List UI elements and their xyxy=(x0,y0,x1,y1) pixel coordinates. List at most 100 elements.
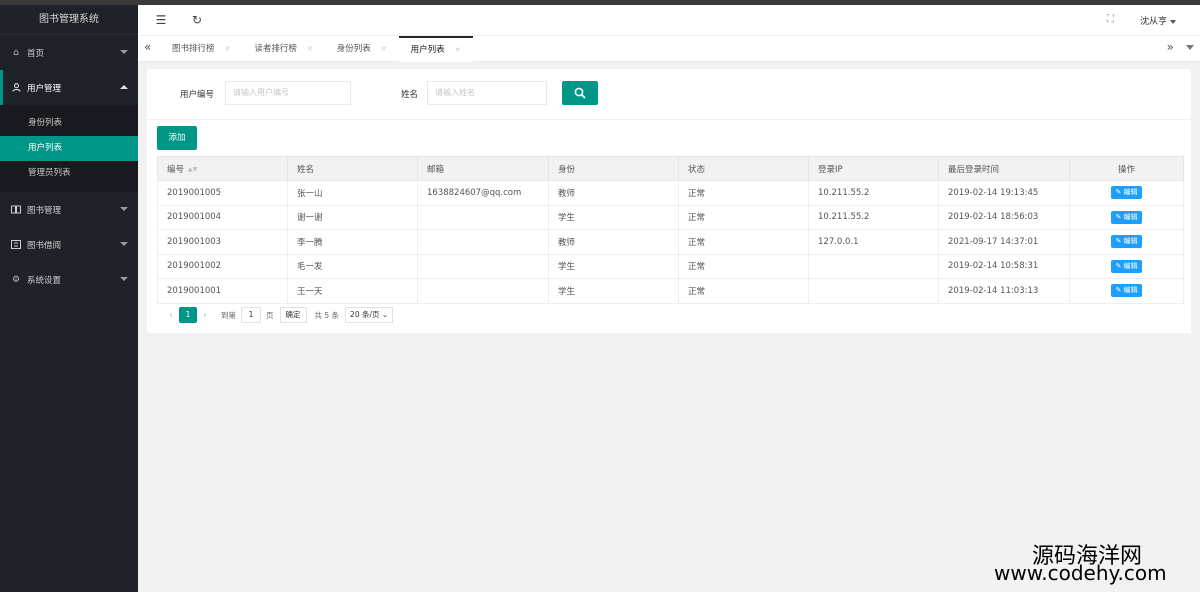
close-icon[interactable]: ✕ xyxy=(455,37,461,63)
cell-ip: 127.0.0.1 xyxy=(808,229,939,255)
sort-icon[interactable]: ▲▼ xyxy=(188,166,197,173)
cell-action: ✎ 编辑 xyxy=(1069,180,1184,206)
edit-button[interactable]: ✎ 编辑 xyxy=(1111,259,1142,273)
cell-role: 学生 xyxy=(548,253,679,279)
sidebar-subitem-admin-list[interactable]: 管理员列表 xyxy=(0,161,138,186)
table-row: 2019001005 张一山 1638824607@qq.com 教师 正常 1… xyxy=(157,180,1184,206)
cell-email xyxy=(417,204,549,230)
column-header-role: 身份 xyxy=(548,156,679,181)
sidebar-item-label: 系统设置 xyxy=(27,275,62,286)
cell-action: ✎ 编辑 xyxy=(1069,278,1184,304)
cell-id: 2019001001 xyxy=(157,278,288,304)
edit-label: 编辑 xyxy=(1123,286,1138,295)
search-button[interactable] xyxy=(562,81,598,105)
sidebar-item-label: 首页 xyxy=(27,48,45,59)
cell-id: 2019001005 xyxy=(157,180,288,206)
table-row: 2019001003 李一腾 教师 正常 127.0.0.1 2021-09-1… xyxy=(157,229,1184,255)
edit-button[interactable]: ✎ 编辑 xyxy=(1111,186,1142,200)
close-icon[interactable]: ✕ xyxy=(225,36,231,62)
cell-last-login: 2019-02-14 11:03:13 xyxy=(938,278,1070,304)
tab-label: 用户列表 xyxy=(410,45,445,55)
user-no-input[interactable]: 请输入用户编号 xyxy=(225,81,351,105)
next-page-icon[interactable]: › xyxy=(197,310,213,321)
tab-scroll-left-icon[interactable]: « xyxy=(144,40,151,54)
sidebar-item-label: 用户管理 xyxy=(27,83,62,94)
cell-name: 张一山 xyxy=(287,180,418,206)
close-icon[interactable]: ✕ xyxy=(307,36,313,62)
column-header-name: 姓名 xyxy=(287,156,418,181)
cell-name: 王一天 xyxy=(287,278,418,304)
cell-status: 正常 xyxy=(678,204,809,230)
edit-button[interactable]: ✎ 编辑 xyxy=(1111,284,1142,298)
column-header-id[interactable]: 编号 ▲▼ xyxy=(157,156,288,181)
app-title: 图书管理系统 xyxy=(0,5,138,35)
pagination: ‹ 1 › 到第 1 页 确定 共 5 条 20 条/页 ⌄ xyxy=(163,306,394,324)
goto-label: 到第 xyxy=(221,310,236,320)
tab-user-list[interactable]: 用户列表 ✕ xyxy=(398,36,473,63)
user-name: 沈从亨 xyxy=(1139,17,1167,27)
user-no-label: 用户编号 xyxy=(180,90,215,100)
cell-role: 学生 xyxy=(548,204,679,230)
current-page[interactable]: 1 xyxy=(179,307,197,323)
cell-name: 李一腾 xyxy=(287,229,418,255)
chevron-down-icon: ⌄ xyxy=(381,310,389,319)
edit-icon: ✎ xyxy=(1115,286,1122,295)
cell-id: 2019001002 xyxy=(157,253,288,279)
home-icon: ⌂ xyxy=(13,47,19,58)
cell-role: 教师 xyxy=(548,229,679,255)
search-form: 用户编号 请输入用户编号 姓名 请输入姓名 xyxy=(147,81,1191,107)
watermark-en: www.codehy.com xyxy=(994,561,1167,585)
edit-label: 编辑 xyxy=(1123,261,1138,270)
cell-email xyxy=(417,253,549,279)
sidebar-item-book-borrow[interactable]: 图书借阅 xyxy=(0,227,138,262)
edit-icon: ✎ xyxy=(1115,212,1122,221)
tab-label: 读者排行榜 xyxy=(254,44,297,54)
user-menu[interactable]: 沈从亨 xyxy=(1140,14,1176,27)
sidebar-item-system-settings[interactable]: ⚙ 系统设置 xyxy=(0,262,138,297)
cell-last-login: 2019-02-14 10:58:31 xyxy=(938,253,1070,279)
tab-scroll-right-icon[interactable]: » xyxy=(1167,40,1174,54)
sidebar-item-book-management[interactable]: 图书管理 xyxy=(0,192,138,227)
name-label: 姓名 xyxy=(401,90,419,100)
search-icon xyxy=(574,87,586,99)
menu-toggle-icon[interactable]: ☰ xyxy=(154,13,168,27)
tab-reader-ranking[interactable]: 读者排行榜 ✕ xyxy=(242,36,324,62)
cell-ip: 10.211.55.2 xyxy=(808,180,939,206)
sidebar-item-home[interactable]: ⌂ 首页 xyxy=(0,35,138,70)
edit-label: 编辑 xyxy=(1123,212,1138,221)
prev-page-icon[interactable]: ‹ xyxy=(163,310,179,321)
name-input[interactable]: 请输入姓名 xyxy=(427,81,547,105)
edit-icon: ✎ xyxy=(1115,188,1122,197)
sidebar: 图书管理系统 ⌂ 首页 用户管理 身份列表 用户列表 管理员列表 图书管理 图书… xyxy=(0,5,138,592)
content-card: 用户编号 请输入用户编号 姓名 请输入姓名 添加 编号 ▲▼ 姓名 邮箱 身份 状… xyxy=(147,69,1191,333)
tab-role-list[interactable]: 身份列表 ✕ xyxy=(325,36,399,62)
refresh-icon[interactable]: ↻ xyxy=(190,13,204,27)
edit-button[interactable]: ✎ 编辑 xyxy=(1111,235,1142,249)
close-icon[interactable]: ✕ xyxy=(381,36,387,62)
edit-icon: ✎ xyxy=(1115,261,1122,270)
sidebar-item-user-management[interactable]: 用户管理 xyxy=(0,70,138,105)
borrow-icon xyxy=(11,240,21,250)
edit-button[interactable]: ✎ 编辑 xyxy=(1111,210,1142,224)
sidebar-subitem-role-list[interactable]: 身份列表 xyxy=(0,111,138,136)
tab-book-ranking[interactable]: 图书排行榜 ✕ xyxy=(160,36,242,62)
add-button[interactable]: 添加 xyxy=(157,126,197,150)
page-size-select[interactable]: 20 条/页 ⌄ xyxy=(345,307,394,323)
book-icon xyxy=(11,205,21,215)
fullscreen-icon[interactable]: ⛶ xyxy=(1107,14,1114,25)
user-management-submenu: 身份列表 用户列表 管理员列表 xyxy=(0,105,138,192)
goto-page-input[interactable]: 1 xyxy=(241,307,261,323)
tab-label: 图书排行榜 xyxy=(172,44,215,54)
goto-confirm-button[interactable]: 确定 xyxy=(279,307,307,323)
column-header-status: 状态 xyxy=(678,156,809,181)
caret-down-icon xyxy=(1170,19,1176,24)
sidebar-subitem-user-list[interactable]: 用户列表 xyxy=(0,136,138,161)
table-row: 2019001002 毛一发 学生 正常 2019-02-14 10:58:31… xyxy=(157,253,1184,279)
header: ☰ ↻ ⛶ 沈从亨 xyxy=(138,5,1200,36)
tab-bar: « 图书排行榜 ✕ 读者排行榜 ✕ 身份列表 ✕ 用户列表 ✕ » xyxy=(138,36,1200,62)
cell-name: 毛一发 xyxy=(287,253,418,279)
page-unit-label: 页 xyxy=(266,310,274,320)
tab-menu-dropdown-icon[interactable] xyxy=(1186,45,1194,50)
cell-email xyxy=(417,229,549,255)
divider xyxy=(147,119,1191,120)
